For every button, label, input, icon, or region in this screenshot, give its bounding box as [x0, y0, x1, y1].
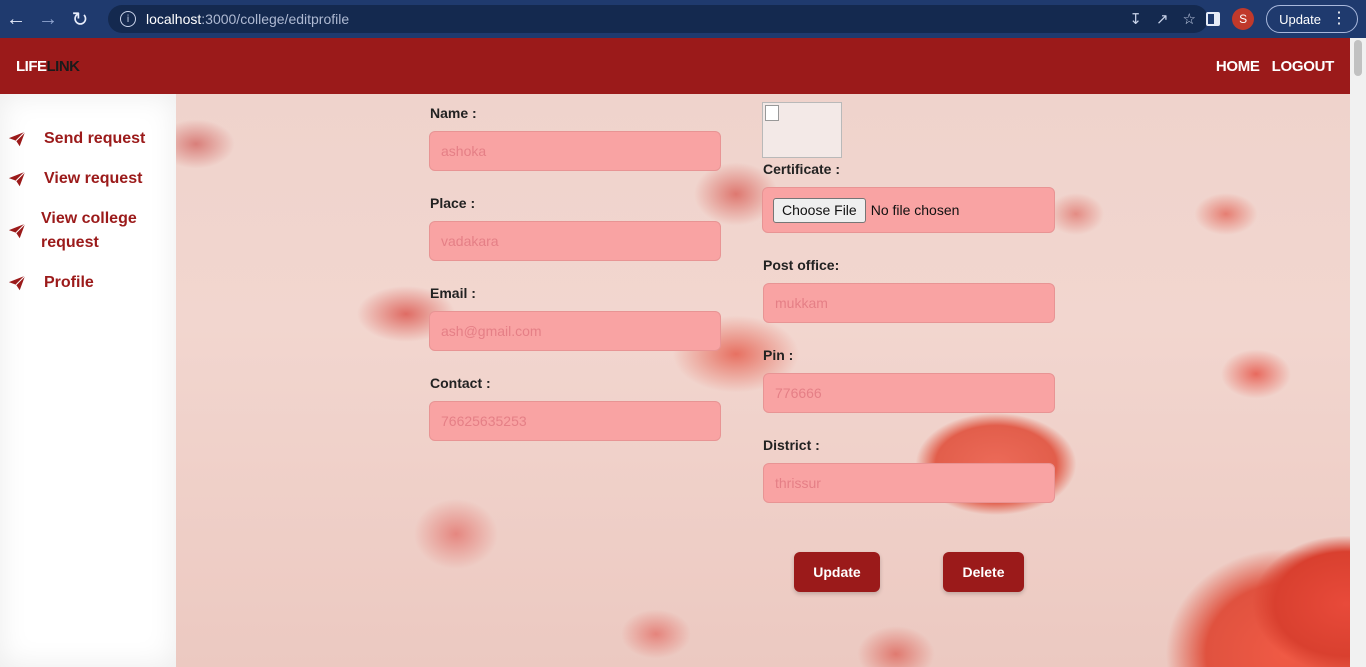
sidebar-label-line1: View college — [41, 210, 137, 227]
sidebar-item-label: Send request — [44, 130, 146, 147]
browser-update-button[interactable]: Update ⋮ — [1266, 5, 1358, 33]
post-office-field[interactable]: mukkam — [763, 283, 1055, 323]
paper-plane-icon — [8, 131, 26, 147]
place-field[interactable]: vadakara — [429, 221, 721, 261]
address-bar[interactable]: i localhost:3000/college/editprofile ↧ ↗… — [108, 5, 1208, 33]
choose-file-button[interactable]: Choose File — [773, 197, 866, 223]
page-scrollbar[interactable] — [1350, 38, 1366, 667]
sidebar: Send request View request View college r… — [0, 94, 176, 667]
certificate-label: Certificate : — [763, 161, 841, 177]
broken-image-icon — [765, 105, 779, 121]
certificate-file-input[interactable]: Choose File No file chosen — [762, 187, 1055, 233]
district-label: District : — [763, 437, 820, 453]
sidebar-label-line2: request — [41, 234, 99, 251]
reload-icon[interactable]: ↻ — [64, 0, 96, 38]
side-panel-icon[interactable] — [1206, 12, 1221, 26]
site-header: LIFELINK HOME LOGOUT — [0, 38, 1350, 94]
top-nav: HOME LOGOUT — [1216, 58, 1334, 75]
name-field[interactable]: ashoka — [429, 131, 721, 171]
paper-plane-icon — [8, 275, 26, 291]
sidebar-item-profile[interactable]: Profile — [8, 271, 94, 295]
scrollbar-thumb[interactable] — [1354, 40, 1362, 76]
browser-update-label: Update — [1279, 11, 1321, 27]
contact-label: Contact : — [430, 375, 491, 391]
site-logo[interactable]: LIFELINK — [16, 58, 80, 75]
kebab-menu-icon[interactable]: ⋮ — [1331, 11, 1347, 27]
pin-field[interactable]: 776666 — [763, 373, 1055, 413]
sidebar-item-view-college-request[interactable]: View college request — [8, 207, 137, 255]
share-icon[interactable]: ↗ — [1156, 10, 1169, 28]
site-info-icon[interactable]: i — [120, 11, 136, 27]
email-label: Email : — [430, 285, 476, 301]
name-label: Name : — [430, 105, 477, 121]
sidebar-item-label: Profile — [44, 274, 94, 291]
contact-field[interactable]: 76625635253 — [429, 401, 721, 441]
district-field[interactable]: thrissur — [763, 463, 1055, 503]
back-arrow-icon[interactable]: ← — [0, 0, 32, 38]
sidebar-item-label: View request — [44, 170, 143, 187]
logo-part1: LIFE — [16, 57, 47, 75]
sidebar-item-label: View college request — [41, 207, 137, 255]
file-status: No file chosen — [870, 202, 960, 218]
email-field[interactable]: ash@gmail.com — [429, 311, 721, 351]
post-office-label: Post office: — [763, 257, 840, 273]
sidebar-item-send-request[interactable]: Send request — [8, 127, 145, 151]
paper-plane-icon — [8, 171, 26, 187]
paper-plane-icon — [8, 223, 26, 239]
install-app-icon[interactable]: ↧ — [1129, 10, 1142, 28]
forward-arrow-icon[interactable]: → — [32, 0, 64, 38]
logo-part2: LINK — [46, 57, 81, 75]
bookmark-star-icon[interactable]: ☆ — [1183, 10, 1196, 28]
pin-label: Pin : — [763, 347, 794, 363]
browser-toolbar: ← → ↻ i localhost:3000/college/editprofi… — [0, 0, 1366, 38]
nav-home-link[interactable]: HOME — [1216, 58, 1260, 75]
sidebar-item-view-request[interactable]: View request — [8, 167, 142, 191]
update-button[interactable]: Update — [794, 552, 880, 592]
nav-logout-link[interactable]: LOGOUT — [1272, 58, 1335, 75]
certificate-image — [762, 102, 842, 158]
url-host: localhost — [146, 11, 202, 27]
profile-avatar[interactable]: S — [1232, 8, 1255, 30]
place-label: Place : — [430, 195, 476, 211]
url-path: :3000/college/editprofile — [201, 11, 350, 27]
delete-button[interactable]: Delete — [943, 552, 1024, 592]
